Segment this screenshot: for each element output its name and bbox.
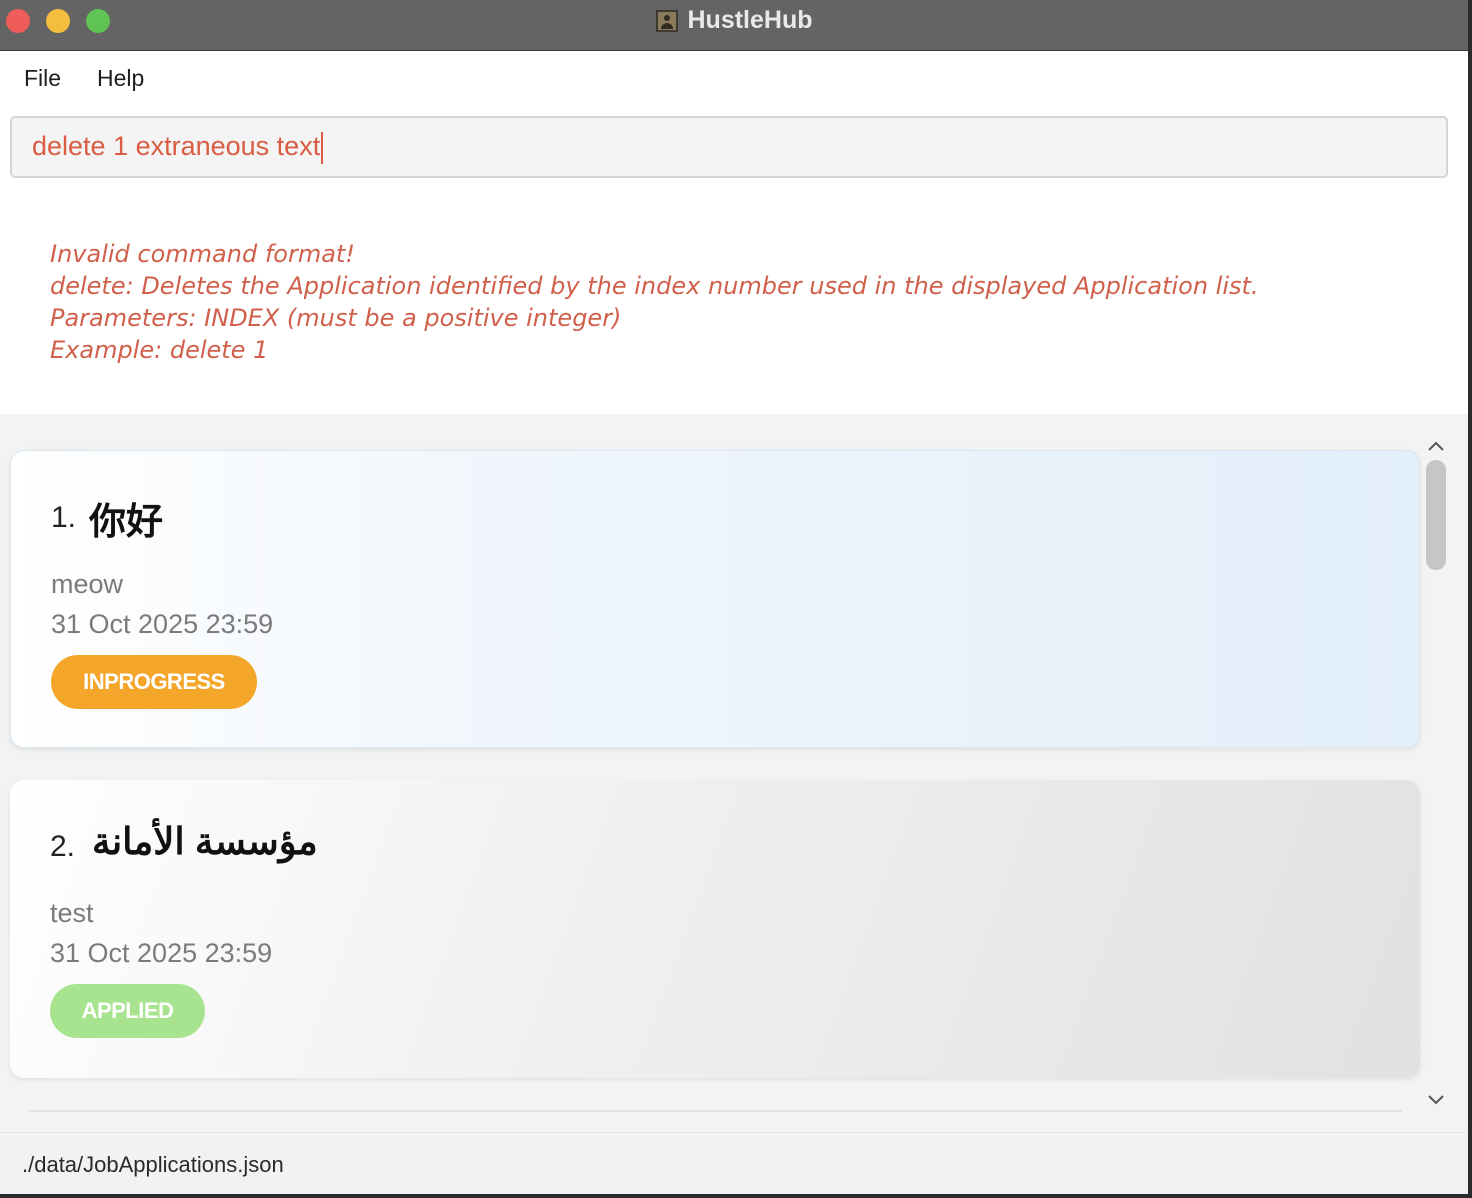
window-title: HustleHub bbox=[687, 6, 813, 34]
card-index: 2. bbox=[50, 830, 76, 863]
menu-help[interactable]: Help bbox=[97, 65, 144, 92]
text-caret bbox=[321, 131, 324, 164]
company-name: 你好 bbox=[89, 501, 163, 542]
status-bar: ./data/JobApplications.json bbox=[0, 1132, 1468, 1194]
command-text: delete 1 extraneous text bbox=[32, 131, 324, 164]
role-text: test bbox=[50, 898, 94, 928]
data-file-path: ./data/JobApplications.json bbox=[22, 1152, 284, 1177]
chevron-down-icon[interactable] bbox=[1424, 1090, 1448, 1110]
deadline-text: 31 Oct 2025 23:59 bbox=[51, 609, 274, 639]
role-text: meow bbox=[51, 569, 124, 599]
status-badge: INPROGRESS bbox=[51, 655, 257, 709]
app-window: HustleHub File Help delete 1 extraneous … bbox=[0, 0, 1468, 1194]
application-list[interactable]: 1. 你好 meow 31 Oct 2025 23:59 INPROGRESS … bbox=[0, 414, 1468, 1132]
menu-file[interactable]: File bbox=[24, 65, 61, 92]
title-area: HustleHub bbox=[0, 6, 1468, 35]
card-index: 1. bbox=[51, 501, 77, 534]
scrollbar-thumb[interactable] bbox=[1426, 460, 1446, 570]
scrollbar[interactable] bbox=[1424, 458, 1448, 1084]
chevron-up-icon[interactable] bbox=[1424, 436, 1448, 456]
command-value: delete 1 extraneous text bbox=[32, 131, 321, 161]
deadline-text: 31 Oct 2025 23:59 bbox=[50, 938, 273, 968]
app-icon bbox=[655, 9, 678, 32]
result-display: Invalid command format! delete: Deletes … bbox=[50, 238, 1259, 366]
application-card[interactable]: 1. 你好 meow 31 Oct 2025 23:59 INPROGRESS bbox=[10, 450, 1420, 748]
result-line: delete: Deletes the Application identifi… bbox=[50, 272, 1259, 300]
title-bar: HustleHub bbox=[0, 0, 1468, 51]
status-badge: APPLIED bbox=[50, 984, 205, 1038]
next-card-edge bbox=[28, 1110, 1402, 1112]
result-line: Example: delete 1 bbox=[50, 336, 269, 364]
menu-bar: File Help bbox=[0, 51, 1468, 107]
result-line: Invalid command format! bbox=[50, 240, 355, 268]
application-card[interactable]: 2. مؤسسة الأمانة test 31 Oct 2025 23:59 … bbox=[10, 780, 1420, 1078]
result-line: Parameters: INDEX (must be a positive in… bbox=[50, 304, 622, 332]
command-input[interactable]: delete 1 extraneous text bbox=[10, 116, 1448, 178]
company-name: مؤسسة الأمانة bbox=[92, 821, 318, 862]
